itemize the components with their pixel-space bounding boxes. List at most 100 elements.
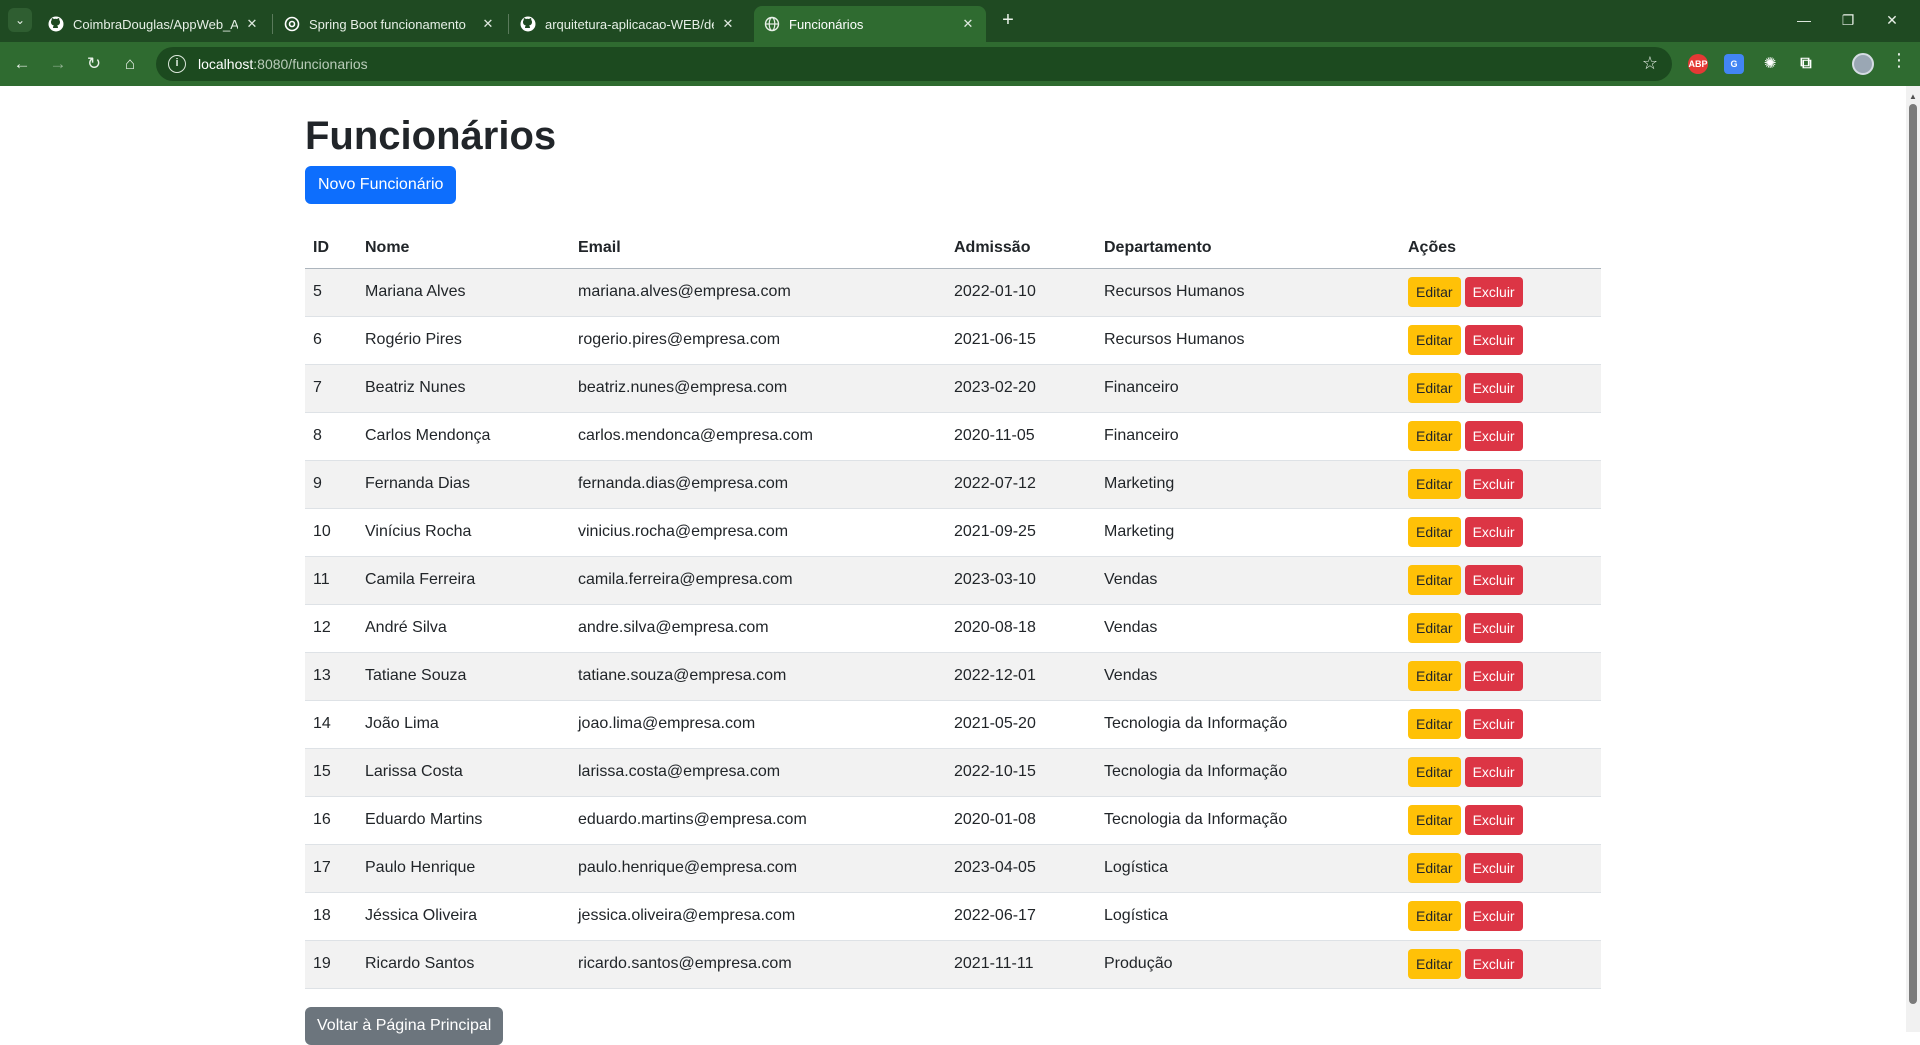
cell-acoes: Editar Excluir bbox=[1400, 892, 1601, 941]
back-to-home-button[interactable]: Voltar à Página Principal bbox=[305, 1006, 504, 1045]
new-tab-plus-icon[interactable]: + bbox=[996, 9, 1020, 33]
delete-button[interactable]: Excluir bbox=[1464, 469, 1523, 499]
tab-appweb[interactable]: CoimbraDouglas/AppWeb_Av1 ✕ bbox=[38, 6, 270, 42]
tab-funcionarios[interactable]: Funcionários ✕ bbox=[754, 6, 986, 42]
minimize-icon[interactable]: — bbox=[1782, 8, 1826, 32]
close-tab-icon[interactable]: ✕ bbox=[244, 16, 260, 32]
back-arrow-icon[interactable]: ← bbox=[8, 50, 36, 78]
delete-button[interactable]: Excluir bbox=[1464, 517, 1523, 547]
edit-button[interactable]: Editar bbox=[1408, 757, 1461, 787]
edit-button[interactable]: Editar bbox=[1408, 277, 1461, 307]
close-tab-icon[interactable]: ✕ bbox=[480, 16, 496, 32]
tab-search-chevron-icon[interactable]: ⌄ bbox=[8, 8, 32, 32]
page-scrollbar[interactable]: ▲ bbox=[1906, 86, 1920, 1032]
cell-email: joao.lima@empresa.com bbox=[570, 700, 946, 749]
home-icon[interactable]: ⌂ bbox=[116, 50, 144, 78]
cell-nome: Rogério Pires bbox=[357, 316, 570, 365]
delete-button[interactable]: Excluir bbox=[1464, 757, 1523, 787]
cell-nome: Tatiane Souza bbox=[357, 652, 570, 701]
cell-admissao: 2022-07-12 bbox=[946, 460, 1096, 509]
site-info-icon[interactable]: i bbox=[168, 55, 186, 73]
cell-acoes: Editar Excluir bbox=[1400, 700, 1601, 749]
cell-nome: Larissa Costa bbox=[357, 748, 570, 797]
tab-arquitetura[interactable]: arquitetura-aplicacao-WEB/dep ✕ bbox=[510, 6, 746, 42]
cell-departamento: Recursos Humanos bbox=[1096, 316, 1400, 365]
delete-button[interactable]: Excluir bbox=[1464, 373, 1523, 403]
delete-button[interactable]: Excluir bbox=[1464, 949, 1523, 979]
edit-button[interactable]: Editar bbox=[1408, 373, 1461, 403]
cell-admissao: 2022-10-15 bbox=[946, 748, 1096, 797]
edit-button[interactable]: Editar bbox=[1408, 901, 1461, 931]
google-translate-icon[interactable]: G bbox=[1724, 54, 1744, 74]
cell-email: eduardo.martins@empresa.com bbox=[570, 796, 946, 845]
delete-button[interactable]: Excluir bbox=[1464, 277, 1523, 307]
tab-spring-boot[interactable]: Spring Boot funcionamento ✕ bbox=[274, 6, 506, 42]
cell-id: 16 bbox=[305, 796, 357, 845]
cell-acoes: Editar Excluir bbox=[1400, 844, 1601, 893]
cell-email: vinicius.rocha@empresa.com bbox=[570, 508, 946, 557]
content-container: Funcionários Novo Funcionário ID Nome Em… bbox=[305, 86, 1601, 1045]
url-text: localhost:8080/funcionarios bbox=[198, 56, 368, 72]
cell-acoes: Editar Excluir bbox=[1400, 364, 1601, 413]
edit-button[interactable]: Editar bbox=[1408, 661, 1461, 691]
scroll-up-arrow-icon[interactable]: ▲ bbox=[1909, 92, 1917, 101]
close-tab-icon[interactable]: ✕ bbox=[960, 16, 976, 32]
delete-button[interactable]: Excluir bbox=[1464, 853, 1523, 883]
forward-arrow-icon[interactable]: → bbox=[44, 50, 72, 78]
edit-button[interactable]: Editar bbox=[1408, 853, 1461, 883]
delete-button[interactable]: Excluir bbox=[1464, 901, 1523, 931]
profile-avatar[interactable] bbox=[1852, 53, 1874, 75]
edit-button[interactable]: Editar bbox=[1408, 517, 1461, 547]
cell-id: 13 bbox=[305, 652, 357, 701]
cell-email: paulo.henrique@empresa.com bbox=[570, 844, 946, 893]
cell-departamento: Logística bbox=[1096, 844, 1400, 893]
cell-departamento: Logística bbox=[1096, 892, 1400, 941]
openai-extension-icon[interactable]: ✺ bbox=[1760, 54, 1780, 74]
edit-button[interactable]: Editar bbox=[1408, 949, 1461, 979]
edit-button[interactable]: Editar bbox=[1408, 613, 1461, 643]
extensions-puzzle-icon[interactable]: ⧉ bbox=[1796, 54, 1816, 74]
close-window-icon[interactable]: ✕ bbox=[1870, 8, 1914, 32]
bookmark-star-icon[interactable]: ☆ bbox=[1642, 53, 1658, 74]
cell-nome: Camila Ferreira bbox=[357, 556, 570, 605]
edit-button[interactable]: Editar bbox=[1408, 421, 1461, 451]
cell-admissao: 2020-08-18 bbox=[946, 604, 1096, 653]
cell-nome: Paulo Henrique bbox=[357, 844, 570, 893]
reload-icon[interactable]: ↻ bbox=[80, 50, 108, 78]
edit-button[interactable]: Editar bbox=[1408, 325, 1461, 355]
table-row: 11 Camila Ferreira camila.ferreira@empresa… bbox=[305, 556, 1601, 605]
new-employee-button[interactable]: Novo Funcionário bbox=[305, 166, 457, 204]
edit-button[interactable]: Editar bbox=[1408, 565, 1461, 595]
cell-nome: Beatriz Nunes bbox=[357, 364, 570, 413]
cell-departamento: Tecnologia da Informação bbox=[1096, 748, 1400, 797]
address-bar[interactable]: i localhost:8080/funcionarios ☆ bbox=[156, 47, 1672, 81]
tab-title: arquitetura-aplicacao-WEB/dep bbox=[545, 16, 714, 32]
delete-button[interactable]: Excluir bbox=[1464, 805, 1523, 835]
delete-button[interactable]: Excluir bbox=[1464, 661, 1523, 691]
edit-button[interactable]: Editar bbox=[1408, 469, 1461, 499]
cell-admissao: 2023-04-05 bbox=[946, 844, 1096, 893]
delete-button[interactable]: Excluir bbox=[1464, 709, 1523, 739]
cell-departamento: Vendas bbox=[1096, 556, 1400, 605]
cell-email: andre.silva@empresa.com bbox=[570, 604, 946, 653]
cell-id: 15 bbox=[305, 748, 357, 797]
close-tab-icon[interactable]: ✕ bbox=[720, 16, 736, 32]
cell-departamento: Tecnologia da Informação bbox=[1096, 796, 1400, 845]
edit-button[interactable]: Editar bbox=[1408, 805, 1461, 835]
delete-button[interactable]: Excluir bbox=[1464, 421, 1523, 451]
delete-button[interactable]: Excluir bbox=[1464, 613, 1523, 643]
scrollbar-thumb[interactable] bbox=[1909, 104, 1917, 1004]
delete-button[interactable]: Excluir bbox=[1464, 325, 1523, 355]
tab-strip: ⌄ CoimbraDouglas/AppWeb_Av1 ✕ Spring Boo… bbox=[0, 0, 1920, 42]
browser-menu-icon[interactable]: ⋮ bbox=[1890, 50, 1908, 71]
adblock-plus-icon[interactable]: ABP bbox=[1688, 54, 1708, 74]
delete-button[interactable]: Excluir bbox=[1464, 565, 1523, 595]
restore-icon[interactable]: ❐ bbox=[1826, 8, 1870, 32]
column-header-id: ID bbox=[305, 228, 357, 269]
cell-email: rogerio.pires@empresa.com bbox=[570, 316, 946, 365]
cell-acoes: Editar Excluir bbox=[1400, 268, 1601, 317]
cell-admissao: 2022-12-01 bbox=[946, 652, 1096, 701]
cell-departamento: Marketing bbox=[1096, 508, 1400, 557]
cell-id: 17 bbox=[305, 844, 357, 893]
edit-button[interactable]: Editar bbox=[1408, 709, 1461, 739]
